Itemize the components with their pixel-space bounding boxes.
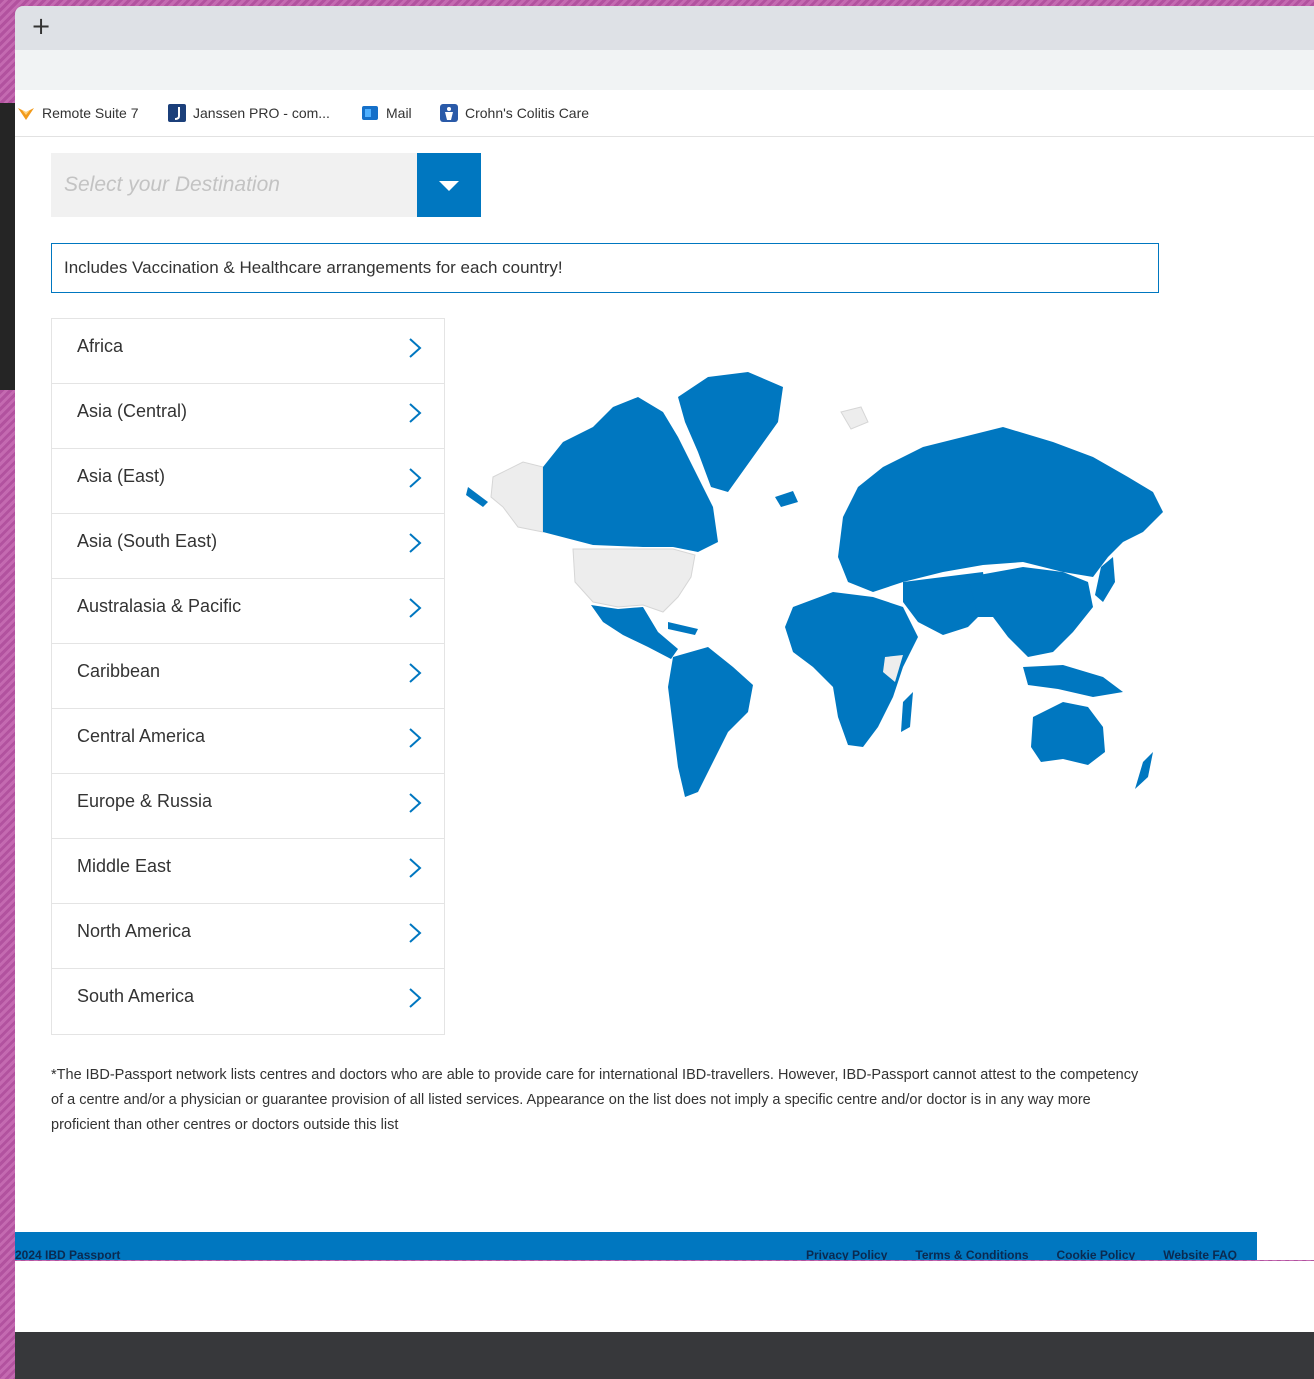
map-region-south-america[interactable] <box>668 647 753 797</box>
region-item[interactable]: Asia (South East) <box>52 514 444 579</box>
bookmark-remote-suite[interactable]: Remote Suite 7 <box>17 104 139 122</box>
footer-link[interactable]: Cookie Policy <box>1057 1248 1136 1260</box>
window-bottom-area <box>15 1261 1314 1332</box>
map-region-iceland <box>775 491 798 507</box>
bookmark-janssen[interactable]: Janssen PRO - com... <box>168 104 330 122</box>
region-label: Asia (South East) <box>77 531 218 551</box>
region-item[interactable]: Central America <box>52 709 444 774</box>
region-label: North America <box>77 921 192 941</box>
bookmark-label: Crohn's Colitis Care <box>465 105 590 121</box>
region-item[interactable]: Middle East <box>52 839 444 904</box>
region-item[interactable]: Caribbean <box>52 644 444 709</box>
chevron-right-icon <box>409 663 422 683</box>
world-map[interactable] <box>463 367 1163 817</box>
bookmarks-bar: Remote Suite 7 Janssen PRO - com... Mail… <box>15 90 1314 137</box>
footer-bar: 2024 IBD Passport Privacy Policy Terms &… <box>15 1232 1257 1260</box>
footer-copyright: 2024 IBD Passport <box>15 1248 121 1260</box>
map-region-europe-russia[interactable] <box>838 427 1163 592</box>
region-item[interactable]: Africa <box>52 319 444 384</box>
region-item[interactable]: Asia (Central) <box>52 384 444 449</box>
browser-toolbar <box>15 50 1314 90</box>
region-label: Africa <box>77 336 124 356</box>
map-region-new-zealand <box>1135 752 1153 789</box>
region-list: Africa Asia (Central) Asia (East) Asia (Sou… <box>51 318 445 1035</box>
region-item[interactable]: Australasia & Pacific <box>52 579 444 644</box>
region-item[interactable]: Asia (East) <box>52 449 444 514</box>
map-region-australia[interactable] <box>1031 702 1105 765</box>
bookmark-crohns-colitis-care[interactable]: Crohn's Colitis Care <box>440 104 589 122</box>
map-region-svalbard <box>840 406 869 430</box>
region-label: Central America <box>77 726 206 746</box>
footer-link[interactable]: Privacy Policy <box>806 1248 887 1260</box>
footer-link[interactable]: Website FAQ <box>1163 1248 1237 1260</box>
map-region-caribbean[interactable] <box>668 622 698 635</box>
chevron-right-icon <box>409 793 422 813</box>
map-region-asia-south-east[interactable] <box>1023 665 1123 697</box>
map-region-madagascar <box>901 692 913 732</box>
chevron-right-icon <box>409 403 422 423</box>
dropdown-button[interactable] <box>417 153 481 217</box>
disclaimer-text: *The IBD-Passport network lists centres … <box>51 1067 1139 1133</box>
chevron-right-icon <box>409 598 422 618</box>
new-tab-button[interactable]: + <box>27 12 55 40</box>
region-label: Caribbean <box>77 661 161 681</box>
region-label: South America <box>77 986 195 1006</box>
map-region-aleutians <box>466 487 488 507</box>
region-item[interactable]: Europe & Russia <box>52 774 444 839</box>
map-region-asia-east[interactable] <box>968 567 1093 657</box>
bookmark-label: Mail <box>386 105 412 121</box>
footer-link[interactable]: Terms & Conditions <box>915 1248 1028 1260</box>
region-item[interactable]: South America <box>52 969 444 1034</box>
janssen-icon <box>168 104 186 122</box>
destination-select-placeholder: Select your Destination <box>64 173 280 196</box>
web-page: Select your Destination Includes Vaccina… <box>15 137 1314 1260</box>
browser-window: + Remote Suite 7 Janssen PRO - com... Ma… <box>15 0 1314 1260</box>
chevron-right-icon <box>409 728 422 748</box>
bookmark-label: Janssen PRO - com... <box>193 105 330 121</box>
chevron-right-icon <box>409 988 422 1008</box>
chevron-down-icon <box>439 181 459 191</box>
region-label: Europe & Russia <box>77 791 213 811</box>
footer-links: Privacy Policy Terms & Conditions Cookie… <box>806 1248 1237 1260</box>
vaccination-notice: Includes Vaccination & Healthcare arrang… <box>51 243 1159 293</box>
chevron-right-icon <box>409 923 422 943</box>
mail-icon <box>362 106 378 120</box>
chevron-right-icon <box>409 858 422 878</box>
map-region-usa[interactable] <box>572 548 696 613</box>
region-label: Australasia & Pacific <box>77 596 242 616</box>
chevron-right-icon <box>409 533 422 553</box>
fox-icon <box>18 108 34 120</box>
map-region-alaska[interactable] <box>490 461 544 533</box>
bookmark-mail[interactable]: Mail <box>361 104 412 122</box>
background-window-edge <box>0 103 15 390</box>
map-region-central-america[interactable] <box>591 605 678 659</box>
region-label: Middle East <box>77 856 172 876</box>
chevron-right-icon <box>409 338 422 358</box>
ccc-icon <box>440 104 458 122</box>
region-label: Asia (Central) <box>77 401 188 421</box>
destination-select[interactable]: Select your Destination <box>51 153 481 217</box>
taskbar <box>15 1332 1314 1379</box>
bookmark-label: Remote Suite 7 <box>42 105 139 121</box>
chevron-right-icon <box>409 468 422 488</box>
region-item[interactable]: North America <box>52 904 444 969</box>
tab-strip: + <box>15 6 1314 50</box>
region-label: Asia (East) <box>77 466 166 486</box>
